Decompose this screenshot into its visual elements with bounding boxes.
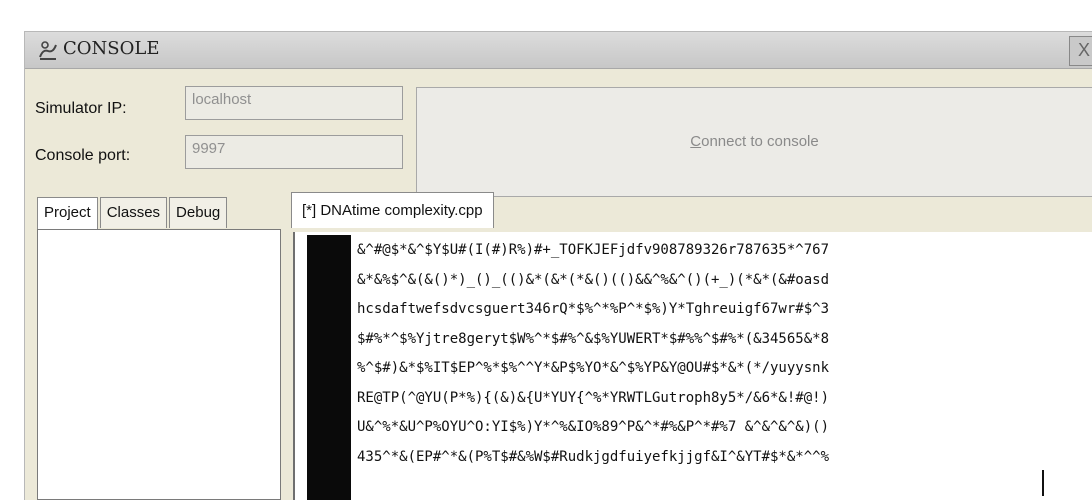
console-port-value: 9997 [192,140,226,157]
code-line: 435^*&(EP#^*&(P%T$#&%W$#Rudkjgdfuiyefkjj… [357,448,830,465]
connect-to-console-button[interactable]: Connect to console [416,87,1092,197]
code-editor[interactable]: &^#@$*&^$Y$U#(I(#)R%)#+_TOFKJEFjdfv90878… [293,232,1092,500]
left-tab-bar: Project Classes Debug [37,197,229,230]
editor-file-tab-label: [*] DNAtime complexity.cpp [302,202,483,219]
tab-classes-label: Classes [106,204,161,221]
connect-label: onnect to console [701,133,819,150]
text-caret [1042,470,1044,496]
tab-debug-label: Debug [176,204,221,221]
line-number-gutter [307,235,351,500]
simulator-ip-label: Simulator IP: [35,100,127,117]
code-line: hcsdaftwefsdvcsguert346rQ*$%^*%P^*$%)Y*T… [357,301,830,317]
left-panel: Project Classes Debug [33,197,283,500]
code-line: U&^%*&U^P%OYU^O:YI$%)Y*^%&IO%89^P&^*#%&P… [357,419,830,435]
console-window: CONSOLE X Simulator IP: localhost Consol… [24,31,1092,500]
code-line: &*&%$^&(&()*)_()_(()&*(&*(*&()(()&&^%&^(… [357,271,830,288]
close-button[interactable]: X [1069,36,1092,66]
close-icon: X [1077,40,1090,60]
project-tree[interactable] [37,229,281,500]
code-line: &^#@$*&^$Y$U#(I(#)R%)#+_TOFKJEFjdfv90878… [357,242,830,258]
code-line: $#%*^$%Yjtre8geryt$W%^*$#%^&$%YUWERT*$#%… [357,330,830,347]
console-port-field[interactable]: 9997 [185,135,403,169]
console-icon [39,41,57,60]
simulator-ip-value: localhost [192,91,252,108]
simulator-ip-field[interactable]: localhost [185,86,403,120]
code-line: RE@TP(^@YU(P*%){(&)&{U*YUY{^%*YRWTLGutro… [357,389,830,406]
title-bar: CONSOLE X [25,32,1092,69]
tab-project-label: Project [44,204,91,221]
tab-classes[interactable]: Classes [99,197,168,228]
tab-project[interactable]: Project [37,197,98,230]
editor-file-tab[interactable]: [*] DNAtime complexity.cpp [291,192,494,228]
window-title: CONSOLE [63,38,160,59]
connect-mnemonic: C [690,133,702,150]
tab-debug[interactable]: Debug [169,197,228,228]
console-port-label: Console port: [35,147,131,164]
code-line: %^$#)&*$%IT$EP^%*$%^^Y*&P$%YO*&^$%YP&Y@O… [357,360,830,376]
code-area[interactable]: &^#@$*&^$Y$U#(I(#)R%)#+_TOFKJEFjdfv90878… [357,236,1092,472]
